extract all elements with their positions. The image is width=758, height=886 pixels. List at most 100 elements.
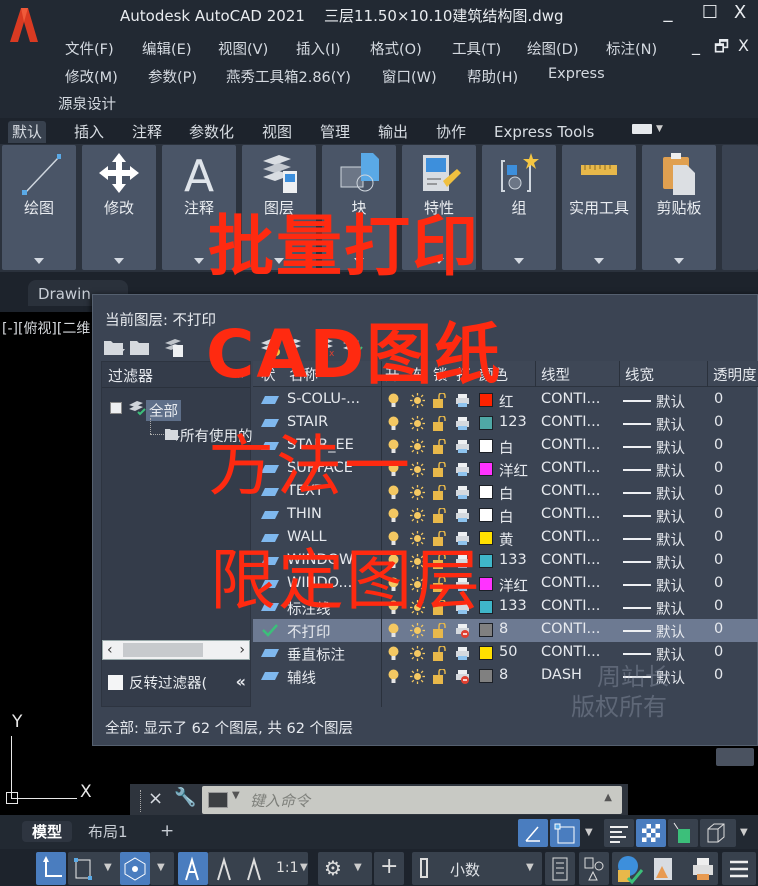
color-name[interactable]: 133 <box>499 598 527 614</box>
workspace-switch[interactable]: ⚙ ▼ <box>318 852 372 885</box>
plot-icon[interactable] <box>455 485 470 500</box>
linetype[interactable]: CONTI... <box>541 483 600 499</box>
color-swatch[interactable] <box>479 623 493 637</box>
unlock-icon[interactable] <box>433 439 446 454</box>
unlock-icon[interactable] <box>433 623 446 638</box>
tab-collaborate[interactable]: 协作 <box>432 121 470 143</box>
color-name[interactable]: 8 <box>499 621 508 637</box>
transparency[interactable]: 0 <box>714 667 723 683</box>
panel-modify[interactable]: 修改 <box>82 145 156 270</box>
color-swatch[interactable] <box>479 669 493 683</box>
scroll-left-icon[interactable]: ‹ <box>107 641 113 659</box>
col-transparency[interactable]: 透明度 <box>713 364 757 385</box>
menu-help[interactable]: 帮助(H) <box>467 66 518 87</box>
annotation-monitor-button[interactable]: + <box>374 852 404 885</box>
filter-all[interactable]: 全部 <box>146 400 181 421</box>
transparency[interactable]: 0 <box>714 644 723 660</box>
chevron-down-icon[interactable]: ▼ <box>585 827 593 838</box>
quick-properties-toggle[interactable] <box>668 819 698 847</box>
transparency[interactable]: 0 <box>714 575 723 591</box>
scroll-right-icon[interactable]: › <box>239 641 245 659</box>
col-linetype[interactable]: 线型 <box>541 364 570 385</box>
sun-thawed-icon[interactable] <box>410 646 425 661</box>
color-name[interactable]: 白 <box>499 483 514 504</box>
transparency[interactable]: 0 <box>714 529 723 545</box>
lineweight[interactable]: 默认 <box>656 575 685 596</box>
auto-scale-icon[interactable] <box>210 852 238 885</box>
unlock-icon[interactable] <box>433 416 446 431</box>
linetype[interactable]: CONTI... <box>541 414 600 430</box>
color-name[interactable]: 8 <box>499 667 508 683</box>
linetype[interactable]: CONTI... <box>541 391 600 407</box>
color-swatch[interactable] <box>479 416 493 430</box>
panel-draw[interactable]: 绘图 <box>2 145 76 270</box>
menu-draw[interactable]: 绘图(D) <box>527 38 578 59</box>
transparency[interactable]: 0 <box>714 391 723 407</box>
transparency[interactable]: 0 <box>714 437 723 453</box>
doc-minimize-button[interactable]: _ <box>692 36 700 55</box>
plot-icon[interactable] <box>455 462 470 477</box>
lineweight[interactable]: 默认 <box>656 621 685 642</box>
tab-view[interactable]: 视图 <box>258 121 296 143</box>
unlock-icon[interactable] <box>433 669 446 684</box>
isodraft-dropdown[interactable]: ▼ <box>150 852 174 885</box>
tab-parametric[interactable]: 参数化 <box>185 121 238 143</box>
lightbulb-on-icon[interactable] <box>388 623 399 638</box>
chevron-down-icon[interactable] <box>594 258 604 264</box>
close-button[interactable]: X <box>728 2 752 23</box>
annotation-monitor-toggle[interactable]: ▼ <box>68 852 122 885</box>
doc-close-button[interactable]: X <box>738 36 749 55</box>
plot-icon[interactable] <box>455 508 470 523</box>
annotation-scale-icon[interactable] <box>240 852 268 885</box>
lineweight[interactable]: 默认 <box>656 391 685 412</box>
sun-thawed-icon[interactable] <box>410 439 425 454</box>
terminal-icon[interactable] <box>208 792 228 808</box>
lineweight[interactable]: 默认 <box>656 414 685 435</box>
lineweight[interactable]: 默认 <box>656 506 685 527</box>
panel-group[interactable]: 组 <box>482 145 556 270</box>
tab-output[interactable]: 输出 <box>374 121 412 143</box>
lightbulb-on-icon[interactable] <box>388 508 399 523</box>
layer-name[interactable]: THIN <box>287 506 322 522</box>
tab-express-tools[interactable]: Express Tools <box>490 121 598 143</box>
3d-object-snap-toggle[interactable] <box>700 819 736 847</box>
menu-dimension[interactable]: 标注(N) <box>606 38 657 59</box>
sun-thawed-icon[interactable] <box>410 485 425 500</box>
plot-button[interactable] <box>688 852 718 885</box>
linetype[interactable]: CONTI... <box>541 621 600 637</box>
linetype[interactable]: CONTI... <box>541 575 600 591</box>
color-swatch[interactable] <box>479 485 493 499</box>
plot-icon[interactable] <box>455 439 470 454</box>
unlock-icon[interactable] <box>433 462 446 477</box>
isolate-objects-button[interactable] <box>579 852 609 885</box>
color-name[interactable]: 洋红 <box>499 575 528 596</box>
color-name[interactable]: 50 <box>499 644 517 660</box>
transparency[interactable]: 0 <box>714 621 723 637</box>
linetype[interactable]: CONTI... <box>541 529 600 545</box>
lineweight[interactable]: 默认 <box>656 483 685 504</box>
lineweight[interactable]: 默认 <box>656 552 685 573</box>
ribbon-minimize-button[interactable] <box>632 124 652 134</box>
menu-modify[interactable]: 修改(M) <box>65 66 118 87</box>
unlock-icon[interactable] <box>433 393 446 408</box>
panel-utilities[interactable]: 实用工具 <box>562 145 636 270</box>
clean-screen-image-icon[interactable] <box>648 852 678 885</box>
minimize-button[interactable]: _ <box>656 2 680 23</box>
maximize-button[interactable]: ☐ <box>698 2 722 23</box>
sun-thawed-icon[interactable] <box>410 416 425 431</box>
annotation-visibility-toggle[interactable] <box>178 852 208 885</box>
menu-file[interactable]: 文件(F) <box>65 38 114 59</box>
color-swatch[interactable] <box>479 508 493 522</box>
color-name[interactable]: 123 <box>499 414 527 430</box>
lightbulb-on-icon[interactable] <box>388 393 399 408</box>
chevron-down-icon[interactable]: ▼ <box>232 790 240 801</box>
invert-filter-checkbox[interactable]: 反转过滤器( <box>108 672 207 693</box>
plot-icon[interactable] <box>455 646 470 661</box>
lineweight-toggle[interactable] <box>604 819 634 847</box>
chevron-down-icon[interactable]: ▼ <box>656 124 663 134</box>
color-name[interactable]: 洋红 <box>499 460 528 481</box>
sun-thawed-icon[interactable] <box>410 669 425 684</box>
sun-thawed-icon[interactable] <box>410 393 425 408</box>
chevron-down-icon[interactable]: ▼ <box>104 862 112 873</box>
no-plot-icon[interactable] <box>455 669 470 684</box>
